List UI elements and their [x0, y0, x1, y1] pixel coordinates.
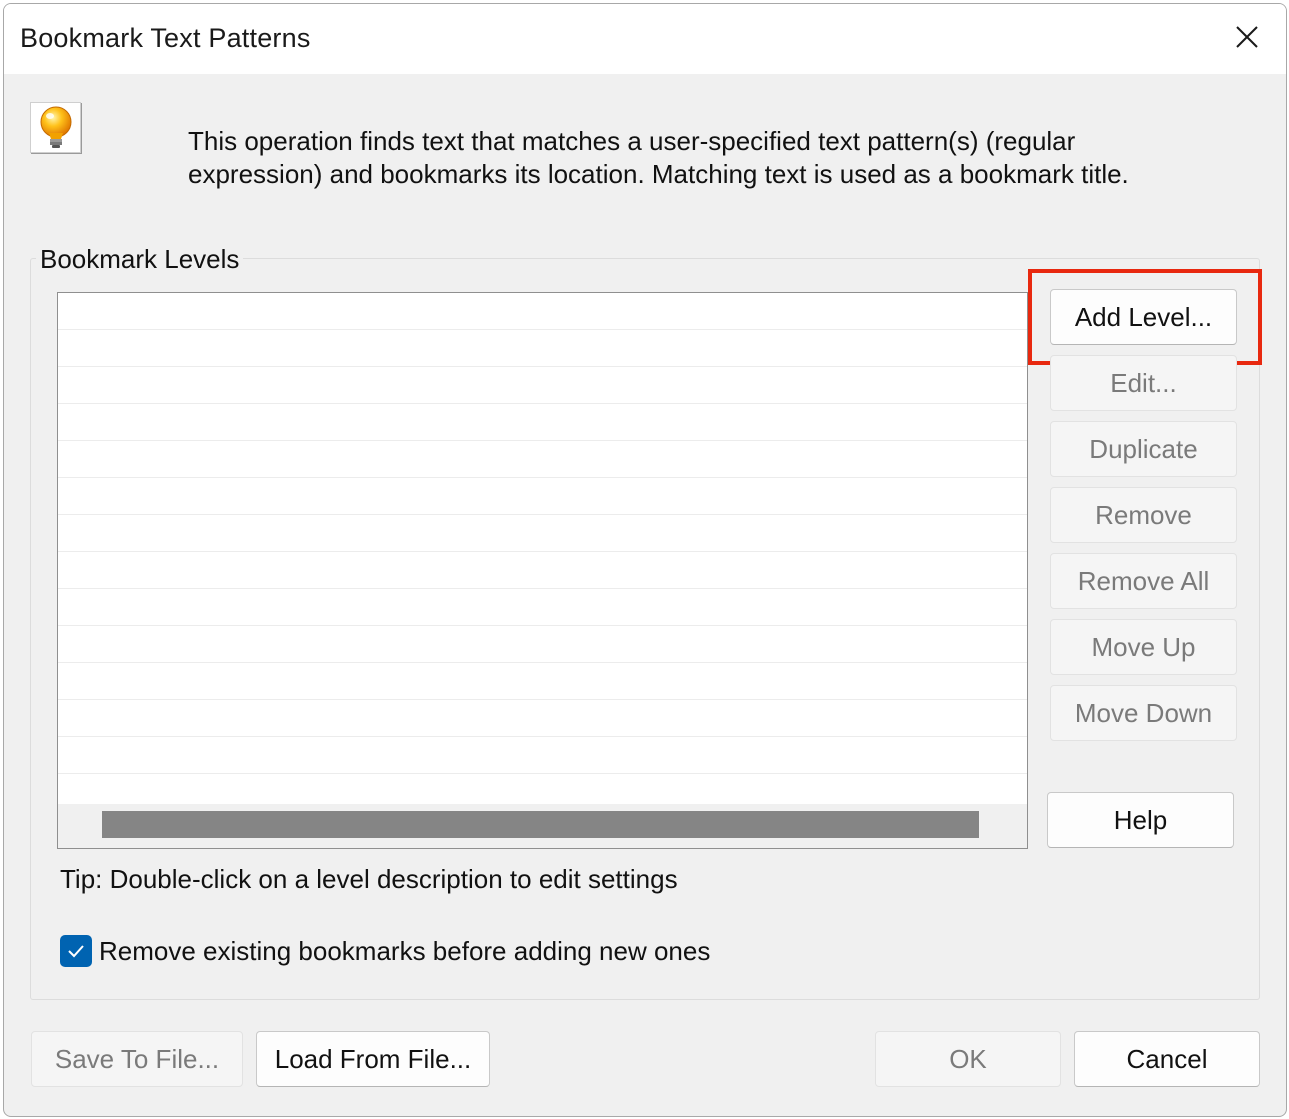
remove-button[interactable]: Remove — [1050, 487, 1237, 543]
scrollbar-thumb[interactable] — [102, 811, 979, 838]
list-item[interactable] — [58, 404, 1027, 441]
duplicate-button[interactable]: Duplicate — [1050, 421, 1237, 477]
list-rows — [58, 293, 1027, 811]
bookmark-levels-list[interactable] — [57, 292, 1028, 849]
load-from-file-button[interactable]: Load From File... — [256, 1031, 490, 1087]
remove-existing-checkbox[interactable] — [60, 935, 92, 967]
title-bar: Bookmark Text Patterns — [4, 4, 1286, 74]
bookmark-levels-label: Bookmark Levels — [36, 244, 244, 275]
list-item[interactable] — [58, 552, 1027, 589]
list-item[interactable] — [58, 700, 1027, 737]
remove-existing-bookmarks-option[interactable]: Remove existing bookmarks before adding … — [60, 934, 710, 968]
remove-all-button[interactable]: Remove All — [1050, 553, 1237, 609]
list-item[interactable] — [58, 589, 1027, 626]
bookmark-text-patterns-dialog: Bookmark Text Patterns This operation fi… — [3, 3, 1287, 1117]
list-item[interactable] — [58, 663, 1027, 700]
list-item[interactable] — [58, 367, 1027, 404]
move-down-button[interactable]: Move Down — [1050, 685, 1237, 741]
close-icon — [1236, 26, 1258, 48]
save-to-file-button[interactable]: Save To File... — [31, 1031, 243, 1087]
help-button[interactable]: Help — [1047, 792, 1234, 848]
operation-description: This operation finds text that matches a… — [188, 126, 1129, 189]
remove-existing-label: Remove existing bookmarks before adding … — [99, 935, 711, 966]
list-item[interactable] — [58, 441, 1027, 478]
lightbulb-icon — [30, 102, 81, 153]
list-item[interactable] — [58, 737, 1027, 774]
horizontal-scrollbar[interactable] — [58, 804, 1027, 848]
move-up-button[interactable]: Move Up — [1050, 619, 1237, 675]
list-item[interactable] — [58, 478, 1027, 515]
list-item[interactable] — [58, 330, 1027, 367]
window-title: Bookmark Text Patterns — [20, 23, 311, 53]
list-item[interactable] — [58, 626, 1027, 663]
add-level-highlight — [1028, 269, 1262, 365]
close-button[interactable] — [1230, 20, 1264, 54]
ok-button[interactable]: OK — [875, 1031, 1061, 1087]
edit-button[interactable]: Edit... — [1050, 355, 1237, 411]
checkmark-icon — [68, 945, 84, 958]
cancel-button[interactable]: Cancel — [1074, 1031, 1260, 1087]
list-item[interactable] — [58, 293, 1027, 330]
tip-text: Tip: Double-click on a level description… — [60, 864, 678, 894]
list-item[interactable] — [58, 515, 1027, 552]
